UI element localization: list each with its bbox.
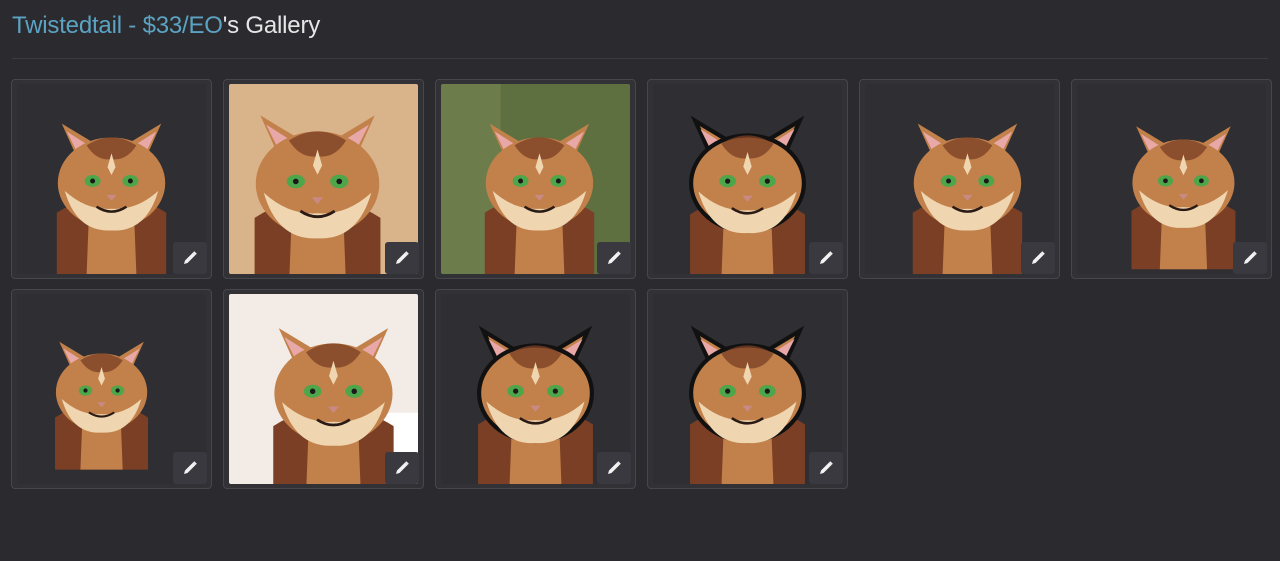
edit-button[interactable] (809, 452, 843, 484)
gallery-thumbnail[interactable] (647, 289, 848, 489)
gallery-thumbnail[interactable] (1071, 79, 1272, 279)
gallery-thumbnail[interactable] (11, 289, 212, 489)
pencil-icon (606, 250, 622, 266)
gallery-thumbnail[interactable] (223, 79, 424, 279)
edit-button[interactable] (385, 242, 419, 274)
edit-button[interactable] (1233, 242, 1267, 274)
pencil-icon (182, 460, 198, 476)
edit-button[interactable] (597, 242, 631, 274)
gallery-thumbnail[interactable] (647, 79, 848, 279)
gallery-thumbnail[interactable] (435, 79, 636, 279)
header-divider (12, 58, 1268, 59)
edit-button[interactable] (385, 452, 419, 484)
pencil-icon (394, 460, 410, 476)
gallery-title-suffix: 's Gallery (222, 12, 321, 39)
gallery-grid (11, 79, 1272, 489)
pencil-icon (1030, 250, 1046, 266)
edit-button[interactable] (597, 452, 631, 484)
edit-button[interactable] (173, 452, 207, 484)
gallery-thumbnail[interactable] (859, 79, 1060, 279)
edit-button[interactable] (1021, 242, 1055, 274)
gallery-thumbnail[interactable] (223, 289, 424, 489)
pencil-icon (818, 460, 834, 476)
character-link[interactable]: Twistedtail - $33/EO (12, 12, 223, 40)
pencil-icon (1242, 250, 1258, 266)
pencil-icon (606, 460, 622, 476)
pencil-icon (818, 250, 834, 266)
pencil-icon (394, 250, 410, 266)
gallery-thumbnail[interactable] (435, 289, 636, 489)
gallery-thumbnail[interactable] (11, 79, 212, 279)
page-title: Twistedtail - $33/EO 's Gallery (12, 8, 320, 44)
edit-button[interactable] (809, 242, 843, 274)
gallery-page: Twistedtail - $33/EO 's Gallery (0, 0, 1280, 561)
pencil-icon (182, 250, 198, 266)
edit-button[interactable] (173, 242, 207, 274)
